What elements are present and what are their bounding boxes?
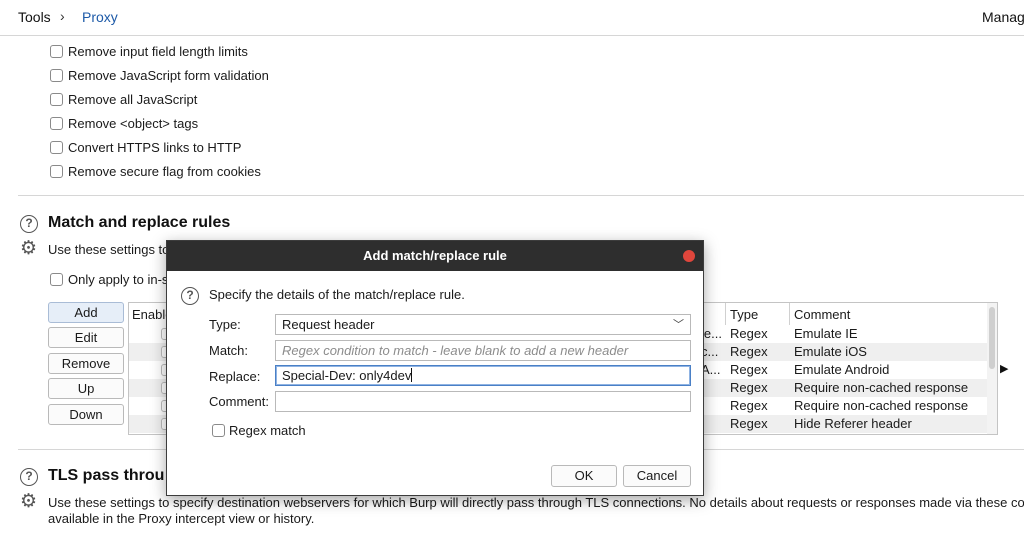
section-divider (18, 195, 1024, 196)
section-title-tls: TLS pass throu (48, 467, 165, 484)
row-type: Regex (730, 380, 768, 395)
ok-button[interactable]: OK (551, 465, 617, 487)
option-checkbox[interactable] (50, 69, 63, 82)
gear-icon[interactable]: ⚙ (20, 492, 37, 511)
edit-button[interactable]: Edit (48, 327, 124, 348)
comment-input[interactable] (275, 391, 691, 412)
help-icon[interactable]: ? (20, 468, 38, 486)
dialog-title: Add match/replace rule (167, 241, 703, 271)
row-type: Regex (730, 344, 768, 359)
tls-description-cont: available in the Proxy intercept view or… (48, 511, 315, 526)
column-divider (725, 303, 726, 325)
add-button[interactable]: Add (48, 302, 124, 323)
option-label: Remove <object> tags (68, 116, 199, 131)
row-comment: Emulate IE (794, 326, 858, 341)
option-checkbox[interactable] (50, 45, 63, 58)
row-item: le... (701, 326, 722, 341)
table-scrollbar[interactable] (987, 303, 997, 434)
row-type: Regex (730, 416, 768, 431)
up-button[interactable]: Up (48, 378, 124, 399)
gear-icon[interactable]: ⚙ (20, 239, 37, 258)
type-select[interactable]: Request header ﹀ (275, 314, 691, 335)
breadcrumb-proxy[interactable]: Proxy (82, 9, 118, 25)
match-label: Match: (209, 343, 249, 358)
help-icon[interactable]: ? (20, 215, 38, 233)
replace-input-value: Special-Dev: only4dev (282, 368, 412, 383)
help-icon[interactable]: ? (181, 287, 199, 305)
match-input[interactable]: Regex condition to match - leave blank t… (275, 340, 691, 361)
row-type: Regex (730, 362, 768, 377)
option-checkbox[interactable] (50, 117, 63, 130)
top-bar: Tools › Proxy Manage (0, 0, 1024, 36)
row-type: Regex (730, 326, 768, 341)
column-header-type[interactable]: Type (730, 307, 758, 322)
row-comment: Hide Referer header (794, 416, 912, 431)
row-comment: Emulate iOS (794, 344, 867, 359)
row-type: Regex (730, 398, 768, 413)
section-title-match-replace: Match and replace rules (48, 214, 231, 231)
option-checkbox[interactable] (50, 141, 63, 154)
type-label: Type: (209, 317, 241, 332)
close-icon[interactable] (683, 250, 695, 262)
dialog-intro: Specify the details of the match/replace… (209, 287, 465, 302)
scroll-right-arrow-icon[interactable]: ▶ (1000, 362, 1008, 375)
option-label: Remove input field length limits (68, 44, 248, 59)
replace-input[interactable]: Special-Dev: only4dev (275, 365, 691, 386)
text-caret (411, 368, 413, 382)
replace-label: Replace: (209, 369, 261, 384)
column-header-comment[interactable]: Comment (794, 307, 850, 322)
row-comment: Require non-cached response (794, 380, 969, 395)
regex-match-checkbox[interactable] (212, 424, 225, 437)
column-divider (789, 303, 790, 325)
row-comment: Emulate Android (794, 362, 890, 377)
tls-description: Use these settings to specify destinatio… (48, 495, 1024, 510)
type-select-value: Request header (282, 317, 375, 332)
only-apply-label: Only apply to in-s (68, 272, 169, 287)
only-apply-checkbox[interactable] (50, 273, 63, 286)
chevron-down-icon: ﹀ (673, 319, 684, 331)
section-description: Use these settings to (48, 242, 170, 257)
row-comment: Require non-cached response (794, 398, 969, 413)
option-label: Remove JavaScript form validation (68, 68, 269, 83)
down-button[interactable]: Down (48, 404, 124, 425)
scrollbar-thumb[interactable] (989, 307, 995, 369)
comment-label: Comment: (209, 394, 269, 409)
option-checkbox[interactable] (50, 93, 63, 106)
breadcrumb-tools[interactable]: Tools (18, 9, 51, 25)
remove-button[interactable]: Remove (48, 353, 124, 374)
option-label: Remove all JavaScript (68, 92, 198, 107)
regex-match-label: Regex match (229, 423, 306, 438)
add-rule-dialog: Add match/replace rule ? Specify the det… (166, 240, 704, 496)
option-checkbox[interactable] (50, 165, 63, 178)
breadcrumb-separator: › (60, 8, 65, 24)
option-label: Convert HTTPS links to HTTP (68, 140, 242, 155)
cancel-button[interactable]: Cancel (623, 465, 691, 487)
manage-link[interactable]: Manage (982, 9, 1024, 25)
option-label: Remove secure flag from cookies (68, 164, 261, 179)
